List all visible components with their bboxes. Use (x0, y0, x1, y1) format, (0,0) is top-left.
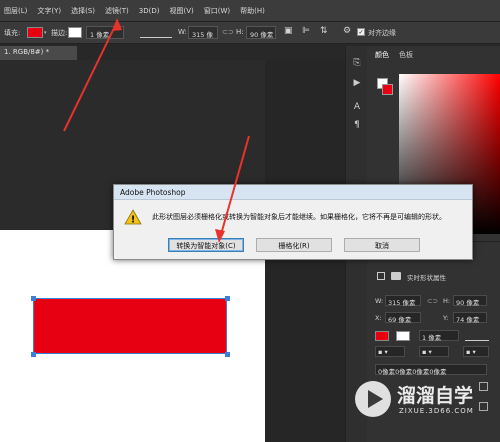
height-field[interactable]: 90 像素 (246, 26, 276, 39)
y-field[interactable]: 74 像素 (453, 312, 487, 324)
stroke-swatch[interactable] (68, 27, 82, 38)
width-field[interactable]: 315 像素 (385, 295, 421, 307)
menu-help[interactable]: 帮助(H) (240, 6, 265, 16)
menu-view[interactable]: 视图(V) (169, 6, 193, 16)
stroke-cap-dropdown[interactable]: ▪ ▾ (419, 346, 449, 357)
transform-handle[interactable] (31, 352, 36, 357)
path-align-icon[interactable]: ⊫ (302, 26, 310, 36)
cancel-button[interactable]: 取消 (344, 238, 420, 252)
x-field[interactable]: 69 像素 (385, 312, 421, 324)
convert-smart-object-button[interactable]: 转换为智能对象(C) (168, 238, 244, 252)
svg-text:!: ! (131, 215, 136, 226)
menu-bar: 图层(L) 文字(Y) 选择(S) 滤镜(T) 3D(D) 视图(V) 窗口(W… (0, 0, 500, 22)
play-logo-icon (355, 381, 391, 417)
stroke-style-dropdown[interactable] (140, 27, 172, 38)
w-label: W: (375, 297, 384, 305)
h-label: H: (236, 28, 244, 36)
stroke-label: 描边: (51, 29, 68, 37)
menu-type[interactable]: 文字(Y) (37, 6, 61, 16)
background-color-swatch[interactable] (382, 84, 393, 95)
path-ops-icon[interactable]: ▣ (284, 26, 293, 36)
options-bar: 填充: ▾ 描边: 1 像素 W: 315 像 ⊂⊃ H: 90 像素 ▣ ⊫ … (0, 22, 500, 44)
fill-swatch[interactable] (375, 331, 389, 341)
menu-layer[interactable]: 图层(L) (4, 6, 27, 16)
w-label: W: (178, 28, 187, 36)
align-edges-label: 对齐边缘 (368, 29, 396, 37)
align-edges-checkbox[interactable]: ✓ (357, 28, 365, 36)
fill-swatch[interactable] (27, 27, 43, 38)
watermark-brand: 溜溜自学 (397, 385, 474, 407)
transform-handle[interactable] (225, 296, 230, 301)
fill-label: 填充: (4, 29, 21, 37)
tab-swatches[interactable]: 色板 (399, 50, 413, 60)
properties-title: 实时形状属性 (407, 274, 446, 282)
corner-radius-field[interactable]: 0像素0像素0像素0像素 (375, 364, 487, 376)
tab-color[interactable]: 颜色 (375, 50, 389, 60)
character-icon[interactable]: A (351, 102, 363, 114)
stroke-align-dropdown[interactable]: ▪ ▾ (375, 346, 405, 357)
rectangle-shape[interactable] (33, 298, 227, 354)
path-arrange-icon[interactable]: ⇅ (320, 26, 328, 36)
rasterize-button[interactable]: 栅格化(R) (256, 238, 332, 252)
gear-icon[interactable]: ⚙ (343, 26, 351, 36)
dialog-message: 此形状图层必须栅格化或转换为智能对象后才能继续。如果栅格化，它将不再是可编辑的形… (152, 213, 446, 221)
transform-handle[interactable] (31, 296, 36, 301)
h-label: H: (443, 297, 451, 305)
mask-icon (391, 272, 401, 280)
watermark: 溜溜自学 ZIXUE.3D66.COM (353, 375, 500, 430)
chevron-down-icon[interactable]: ▾ (44, 30, 47, 36)
play-icon[interactable]: ▶ (351, 78, 363, 90)
x-label: X: (375, 314, 382, 322)
y-label: Y: (443, 314, 449, 322)
menu-3d[interactable]: 3D(D) (139, 7, 160, 15)
document-tab[interactable]: 1. RGB/8#) * (0, 46, 77, 60)
history-icon[interactable]: ⎘ (351, 58, 363, 70)
menu-window[interactable]: 窗口(W) (204, 6, 230, 16)
paragraph-icon[interactable]: ¶ (351, 120, 363, 132)
menu-select[interactable]: 选择(S) (71, 6, 95, 16)
transform-handle[interactable] (225, 352, 230, 357)
stroke-style-dropdown[interactable] (465, 330, 489, 341)
height-field[interactable]: 90 像素 (453, 295, 487, 307)
rasterize-dialog: Adobe Photoshop ! 此形状图层必须栅格化或转换为智能对象后才能继… (113, 184, 473, 260)
stroke-swatch[interactable] (396, 331, 410, 341)
warning-icon: ! (124, 209, 142, 225)
dialog-title: Adobe Photoshop (114, 185, 472, 200)
watermark-url: ZIXUE.3D66.COM (399, 407, 474, 415)
menu-filter[interactable]: 滤镜(T) (105, 6, 129, 16)
link-icon[interactable]: ⊂⊃ (222, 28, 234, 36)
shape-icon (377, 272, 385, 280)
link-icon[interactable]: ⊂⊃ (427, 297, 438, 305)
stroke-width-field[interactable]: 1 像素 (419, 330, 459, 342)
width-field[interactable]: 315 像 (188, 26, 218, 39)
stroke-width-field[interactable]: 1 像素 (86, 26, 124, 39)
stroke-join-dropdown[interactable]: ▪ ▾ (463, 346, 489, 357)
